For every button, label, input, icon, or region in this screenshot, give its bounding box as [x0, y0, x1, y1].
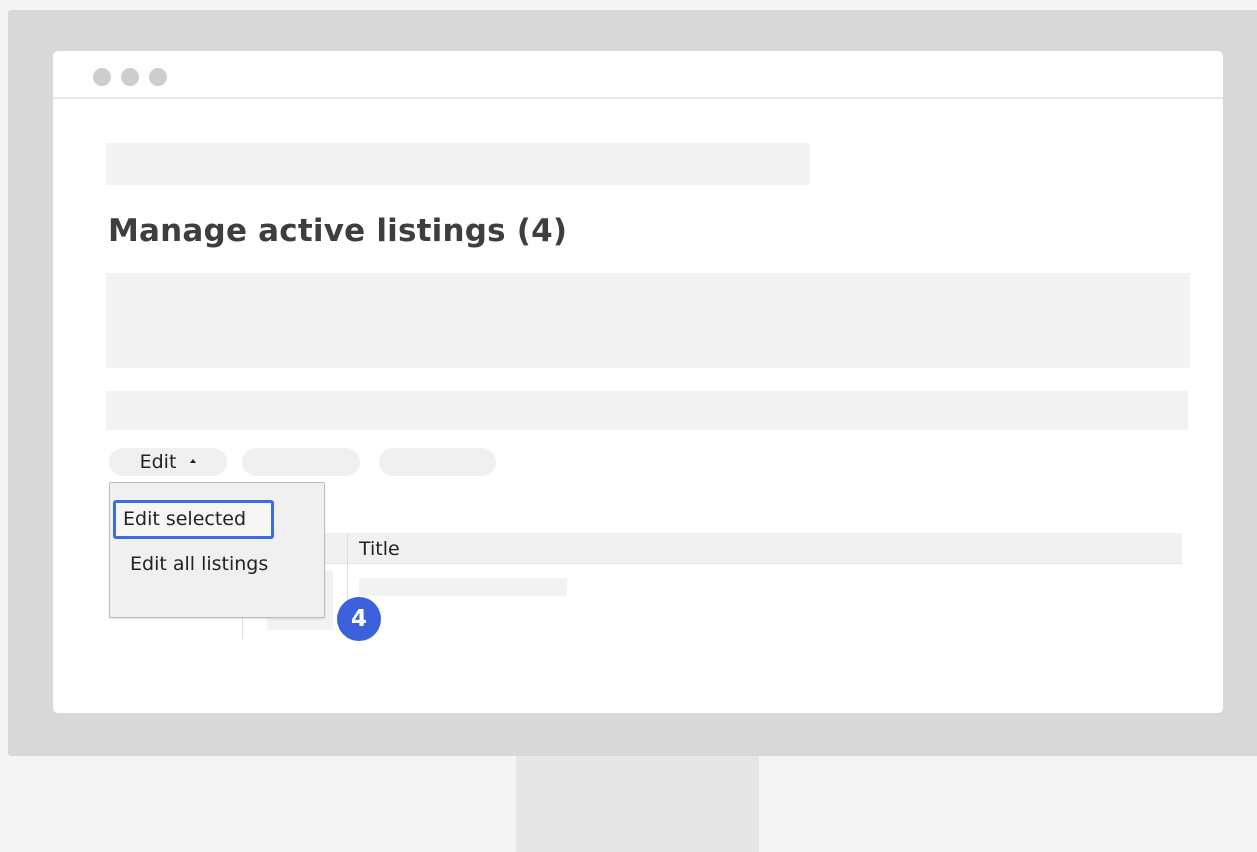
- placeholder-breadcrumb-bar: [106, 143, 810, 185]
- menu-item-edit-all-listings[interactable]: Edit all listings: [130, 553, 268, 575]
- column-header-title[interactable]: Title: [359, 538, 400, 560]
- placeholder-filter-bar: [106, 391, 1188, 430]
- window-dot-icon: [149, 68, 167, 86]
- step-number-badge: 4: [337, 597, 381, 641]
- placeholder-info-panel: [106, 273, 1190, 368]
- toolbar-button-placeholder[interactable]: [242, 448, 360, 476]
- edit-dropdown-menu: Edit selected Edit all listings: [109, 482, 325, 618]
- browser-window: Manage active listings (4) Edit Title Ed…: [53, 51, 1223, 713]
- menu-item-edit-selected[interactable]: Edit selected: [113, 500, 274, 539]
- window-dot-icon: [93, 68, 111, 86]
- edit-button[interactable]: Edit: [109, 448, 227, 476]
- monitor-stand: [516, 756, 759, 852]
- caret-up-icon: [190, 459, 197, 463]
- page-title: Manage active listings (4): [108, 213, 568, 249]
- window-titlebar: [53, 51, 1223, 99]
- toolbar-button-placeholder[interactable]: [379, 448, 496, 476]
- window-dot-icon: [121, 68, 139, 86]
- listing-title-placeholder: [359, 578, 567, 596]
- edit-button-label: Edit: [139, 451, 177, 473]
